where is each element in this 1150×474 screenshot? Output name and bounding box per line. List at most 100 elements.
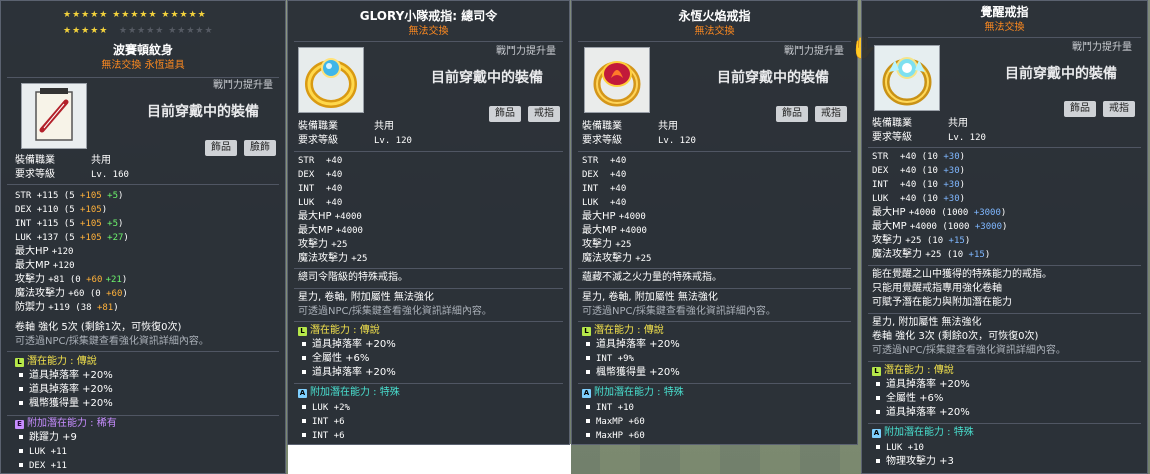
divider xyxy=(7,415,279,416)
legendary-badge-icon: L xyxy=(872,367,881,376)
tag-category: 飾品 xyxy=(489,106,521,122)
npc-hint: 可透過NPC/採集鍵查看強化資訊詳細內容。 xyxy=(298,306,492,317)
scroll-upgrade-info: 卷軸 強化 5次 (剩餘1次，可恢復0次) xyxy=(15,322,182,333)
divider xyxy=(578,383,851,384)
equipped-status: 目前穿戴中的裝備 xyxy=(717,70,829,86)
item-icon xyxy=(584,47,650,113)
item-subtitle: 無法交換 xyxy=(694,26,735,37)
legendary-badge-icon: L xyxy=(15,358,24,367)
divider xyxy=(868,423,1141,424)
enhance-restrictions: 星力, 卷軸, 附加屬性 無法強化 xyxy=(582,292,718,303)
divider xyxy=(294,321,563,322)
additional-potential-line: LUK +10 xyxy=(872,441,924,455)
stat-maxmp: 最大MP +4000 (1000 +3000) xyxy=(872,221,1008,232)
divider xyxy=(868,361,1141,362)
stat-attack: 攻擊力 +25 (10 +15) xyxy=(872,235,971,246)
divider xyxy=(868,265,1141,266)
additional-potential-header: E 附加潛在能力 : 稀有 xyxy=(15,417,117,431)
potential-line: 道具掉落率 +20% xyxy=(582,338,680,352)
potential-line: 楓幣獲得量 +20% xyxy=(582,366,680,380)
potential-line: 道具掉落率 +20% xyxy=(872,378,970,392)
job-value: 共用 xyxy=(948,118,968,129)
level-label: 要求等級 xyxy=(582,135,622,146)
additional-potential-line: INT +6 xyxy=(298,429,345,443)
divider xyxy=(7,184,279,185)
legendary-badge-icon: L xyxy=(298,327,307,336)
additional-potential-line: MaxMP +60 xyxy=(582,415,645,429)
tag-subcategory: 臉飾 xyxy=(244,140,276,156)
divider xyxy=(868,313,1141,314)
item-title: GLORY小隊戒指: 總司令 xyxy=(359,9,498,23)
stat-defense: 防禦力 +119 (38 +81) xyxy=(15,302,119,313)
item-description: 蘊藏不滅之火力量的特殊戒指。 xyxy=(582,272,722,283)
power-increase-label: 戰鬥力提升量 xyxy=(1072,42,1132,53)
stat-int: INT +40 xyxy=(582,184,627,194)
job-value: 共用 xyxy=(91,155,111,166)
level-label: 要求等級 xyxy=(298,135,338,146)
tag-category: 飾品 xyxy=(205,140,237,156)
potential-header: L 潛在能力 : 傳說 xyxy=(872,364,954,378)
power-increase-label: 戰鬥力提升量 xyxy=(496,46,556,57)
job-label: 裝備職業 xyxy=(15,155,55,166)
stat-attack: 攻擊力 +25 xyxy=(582,239,632,250)
level-value: Lv. 120 xyxy=(948,133,986,143)
gold-ring-icon xyxy=(305,58,357,108)
stat-int: INT +40 xyxy=(298,184,343,194)
tooltip-panel-poseidon-tattoo: ★★★★★ ★★★★★ ★★★★★ ★★★★★ ★★★★★ ★★★★★ 波賽頓紋… xyxy=(0,0,286,474)
item-description-line: 只能用覺醒戒指專用強化卷軸 xyxy=(872,283,1002,294)
item-title: 覺醒戒指 xyxy=(980,5,1029,19)
tag-category: 飾品 xyxy=(1064,101,1096,117)
stat-maxmp: 最大MP +120 xyxy=(15,260,75,271)
divider xyxy=(294,268,563,269)
item-title: 波賽頓紋身 xyxy=(112,43,173,57)
item-subtitle: 無法交換 xyxy=(984,22,1025,33)
item-description-line: 可賦予潛在能力與附加潛在能力 xyxy=(872,297,1012,308)
stat-maxhp: 最大HP +4000 xyxy=(298,211,362,222)
blank-area xyxy=(288,444,571,474)
power-increase-label: 戰鬥力提升量 xyxy=(784,46,844,57)
stat-int: INT +115 (5 +105 +5) xyxy=(15,219,124,229)
level-value: Lv. 120 xyxy=(374,136,412,146)
divider xyxy=(294,41,563,42)
npc-hint: 可透過NPC/採集鍵查看強化資訊詳細內容。 xyxy=(872,345,1066,356)
tooltip-panel-glory-ring: GLORY小隊戒指: 總司令 無法交換 戰鬥力提升量 目前穿戴中的裝備 飾品 戒… xyxy=(287,0,570,445)
stat-str: STR +40 xyxy=(582,156,627,166)
stat-maxhp: 最大HP +4000 (1000 +3000) xyxy=(872,207,1007,218)
job-value: 共用 xyxy=(374,121,394,132)
stat-maxhp: 最大HP +4000 xyxy=(582,211,646,222)
level-label: 要求等級 xyxy=(872,132,912,143)
potential-line: 道具掉落率 +20% xyxy=(872,406,970,420)
star-force-row-2-filled: ★★★★★ xyxy=(63,26,109,36)
special-badge-icon: A xyxy=(298,389,307,398)
rare-badge-icon: E xyxy=(15,420,24,429)
potential-line: 道具掉落率 +20% xyxy=(15,383,113,397)
equipped-status: 目前穿戴中的裝備 xyxy=(147,104,259,120)
divider xyxy=(868,147,1141,148)
additional-potential-line: LUK +11 xyxy=(15,445,67,459)
divider xyxy=(294,288,563,289)
stat-dex: DEX +40 (10 +30) xyxy=(872,166,966,176)
additional-potential-line: MaxHP +60 xyxy=(582,429,645,443)
divider xyxy=(294,151,563,152)
divider xyxy=(868,37,1141,38)
divider xyxy=(578,288,851,289)
npc-hint: 可透過NPC/採集鍵查看強化資訊詳細內容。 xyxy=(582,306,776,317)
stat-maxhp: 最大HP +120 xyxy=(15,246,74,257)
potential-line: 全屬性 +6% xyxy=(872,392,943,406)
stat-attack: 攻擊力 +81 (0 +60 +21) xyxy=(15,274,128,285)
divider xyxy=(578,151,851,152)
item-icon xyxy=(874,45,940,111)
stat-str: STR +40 (10 +30) xyxy=(872,152,966,162)
level-label: 要求等級 xyxy=(15,169,55,180)
potential-line: INT +9% xyxy=(582,352,634,366)
stat-magic-attack: 魔法攻擊力 +25 xyxy=(582,253,652,264)
npc-hint: 可透過NPC/採集鍵查看強化資訊詳細內容。 xyxy=(15,336,209,347)
stat-magic-attack: 魔法攻擊力 +25 xyxy=(298,253,368,264)
additional-potential-line: INT +10 xyxy=(582,401,634,415)
job-label: 裝備職業 xyxy=(298,121,338,132)
stat-dex: DEX +110 (5 +105) xyxy=(15,205,108,215)
tag-subcategory: 戒指 xyxy=(815,106,847,122)
divider xyxy=(578,321,851,322)
item-title: 永恆火焰戒指 xyxy=(678,9,751,23)
scroll-upgrade-info: 卷軸 強化 3次 (剩餘0次，可恢復0次) xyxy=(872,331,1039,342)
